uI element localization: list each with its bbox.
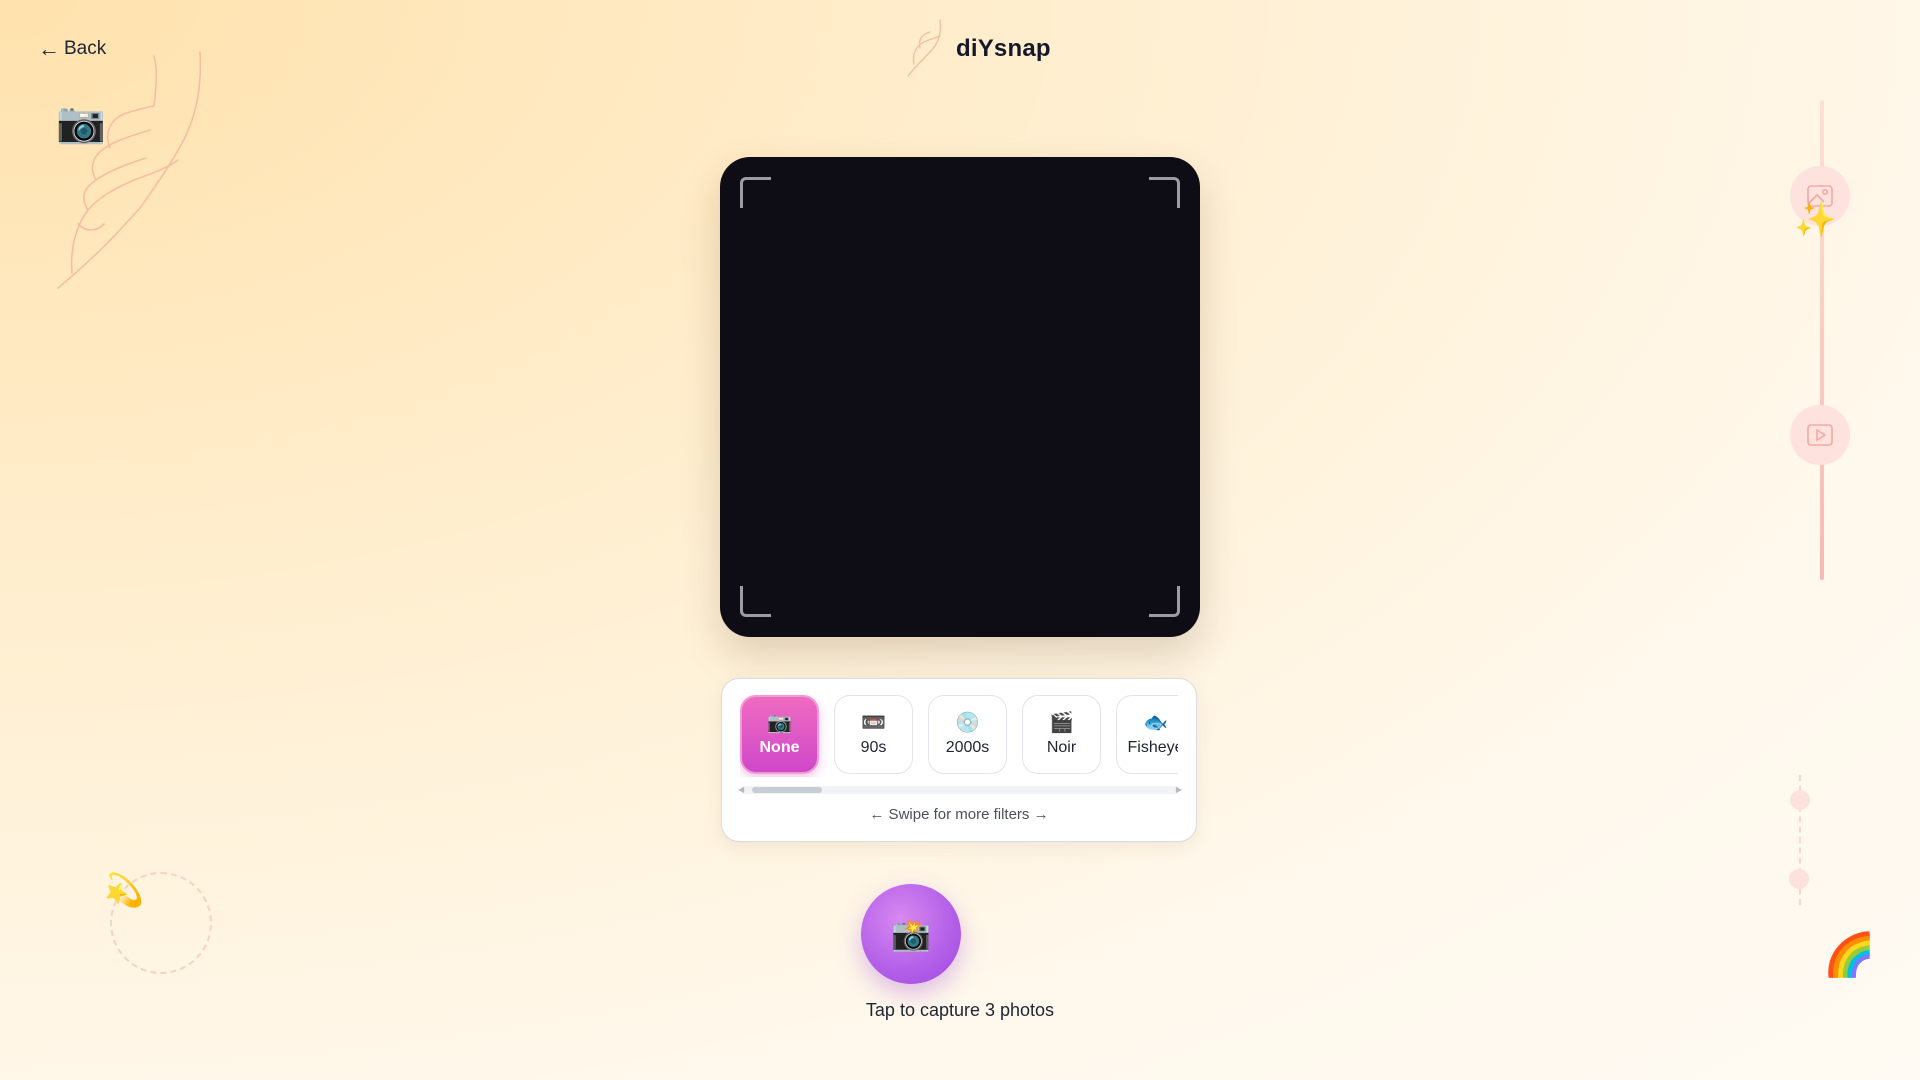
rainbow-decor-icon: 🌈 — [1823, 931, 1876, 978]
dizzy-decor-icon: 💫 — [104, 872, 144, 908]
sparkles-decor-icon: ✨ — [1794, 201, 1837, 239]
capture-hint: Tap to capture 3 photos — [865, 1000, 1055, 1020]
filter-panel: 📷 None 📼 90s 💿 2000s 🎬 Noir 🐟 Fisheye ◀ … — [721, 678, 1197, 842]
pen-sketch-icon — [907, 19, 942, 77]
app-title: diYsnap — [956, 35, 1051, 62]
cd-icon: 💿 — [955, 711, 980, 734]
scroll-right-icon[interactable]: ▶ — [1176, 785, 1182, 794]
brand-header: diYsnap — [900, 18, 1051, 80]
play-button[interactable] — [1790, 405, 1850, 465]
camera-flash-icon: 📸 — [891, 916, 931, 952]
play-icon — [1807, 424, 1833, 446]
back-arrow-icon: ← — [38, 36, 60, 61]
videocassette-icon: 📼 — [861, 711, 886, 734]
filter-label: Fisheye — [1127, 738, 1178, 756]
filter-label: None — [759, 738, 800, 756]
camera-viewfinder[interactable] — [720, 157, 1200, 637]
back-link[interactable]: ← Back — [38, 38, 106, 60]
filter-scrollbar[interactable]: ◀ ▶ — [738, 785, 1182, 794]
hand-sketch-decor — [57, 51, 202, 289]
filter-2000s[interactable]: 💿 2000s — [928, 695, 1007, 774]
swipe-hint: ← Swipe for more filters → — [869, 806, 1049, 823]
filter-label: 2000s — [945, 738, 990, 756]
filter-fisheye[interactable]: 🐟 Fisheye — [1116, 695, 1178, 774]
filter-90s[interactable]: 📼 90s — [834, 695, 913, 774]
filter-scrollbar-thumb[interactable] — [752, 787, 822, 793]
capture-button[interactable]: 📸 — [861, 884, 961, 984]
filter-scroll-list[interactable]: 📷 None 📼 90s 💿 2000s 🎬 Noir 🐟 Fisheye — [740, 695, 1178, 777]
clapperboard-icon: 🎬 — [1049, 711, 1074, 734]
back-label: Back — [64, 38, 107, 59]
viewfinder-corner-bottom-right — [1149, 586, 1180, 617]
filter-label: Noir — [1046, 738, 1077, 756]
dot-decor — [1790, 790, 1810, 810]
filter-label: 90s — [860, 738, 887, 756]
viewfinder-corner-top-right — [1149, 177, 1180, 208]
scroll-left-icon[interactable]: ◀ — [738, 785, 744, 794]
camera-decor-icon: 📷 — [56, 101, 106, 145]
fish-icon: 🐟 — [1143, 711, 1168, 734]
dot-decor — [1789, 869, 1809, 889]
viewfinder-corner-bottom-left — [740, 586, 771, 617]
camera-icon: 📷 — [767, 711, 792, 734]
viewfinder-corner-top-left — [740, 177, 771, 208]
filter-none[interactable]: 📷 None — [740, 695, 819, 774]
filter-noir[interactable]: 🎬 Noir — [1022, 695, 1101, 774]
